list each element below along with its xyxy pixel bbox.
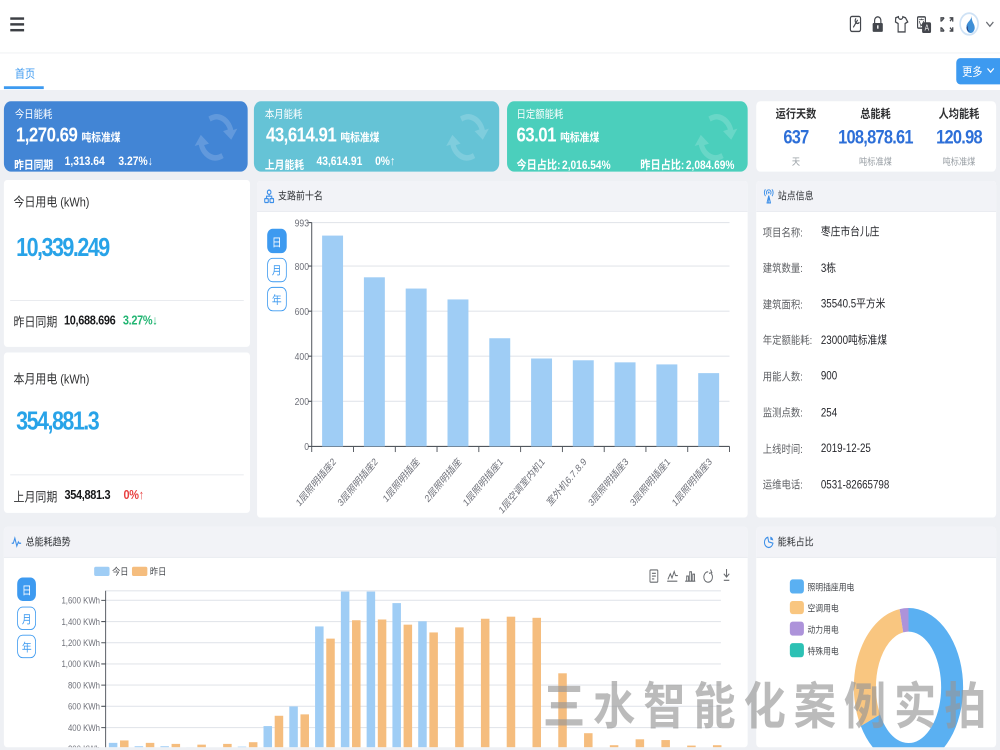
- svg-text:1,400 KWh: 1,400 KWh: [62, 616, 101, 627]
- svg-text:400 KWh: 400 KWh: [68, 722, 100, 733]
- svg-text:993: 993: [295, 218, 309, 230]
- svg-text:昨日: 昨日: [150, 566, 166, 577]
- svg-text:3层照明插座1: 3层照明插座1: [628, 456, 673, 510]
- svg-text:室外机6.7.8.9: 室外机6.7.8.9: [545, 456, 589, 509]
- svg-text:1,200 KWh: 1,200 KWh: [62, 637, 101, 648]
- svg-text:800: 800: [295, 261, 309, 273]
- svg-text:1层照明插座1: 1层照明插座1: [461, 456, 506, 510]
- svg-text:3层照明插座2: 3层照明插座2: [335, 456, 380, 510]
- svg-text:1层照明插座2: 1层照明插座2: [294, 456, 339, 510]
- svg-text:1,000 KWh: 1,000 KWh: [62, 659, 101, 670]
- svg-text:600: 600: [295, 306, 309, 318]
- svg-text:1,600 KWh: 1,600 KWh: [62, 595, 101, 606]
- svg-text:今日: 今日: [112, 566, 128, 577]
- svg-text:1层照明插座: 1层照明插座: [381, 455, 423, 505]
- svg-text:1层照明插座3: 1层照明插座3: [670, 456, 715, 510]
- svg-text:600 KWh: 600 KWh: [68, 701, 100, 712]
- svg-text:3层照明插座3: 3层照明插座3: [586, 456, 631, 510]
- svg-text:2层照明插座: 2层照明插座: [422, 455, 464, 505]
- svg-text:A: A: [925, 23, 930, 33]
- svg-text:800 KWh: 800 KWh: [68, 680, 100, 691]
- svg-text:400: 400: [295, 351, 309, 363]
- svg-text:200 KWh: 200 KWh: [68, 743, 100, 747]
- svg-text:0: 0: [304, 442, 309, 454]
- svg-text:200: 200: [295, 396, 309, 408]
